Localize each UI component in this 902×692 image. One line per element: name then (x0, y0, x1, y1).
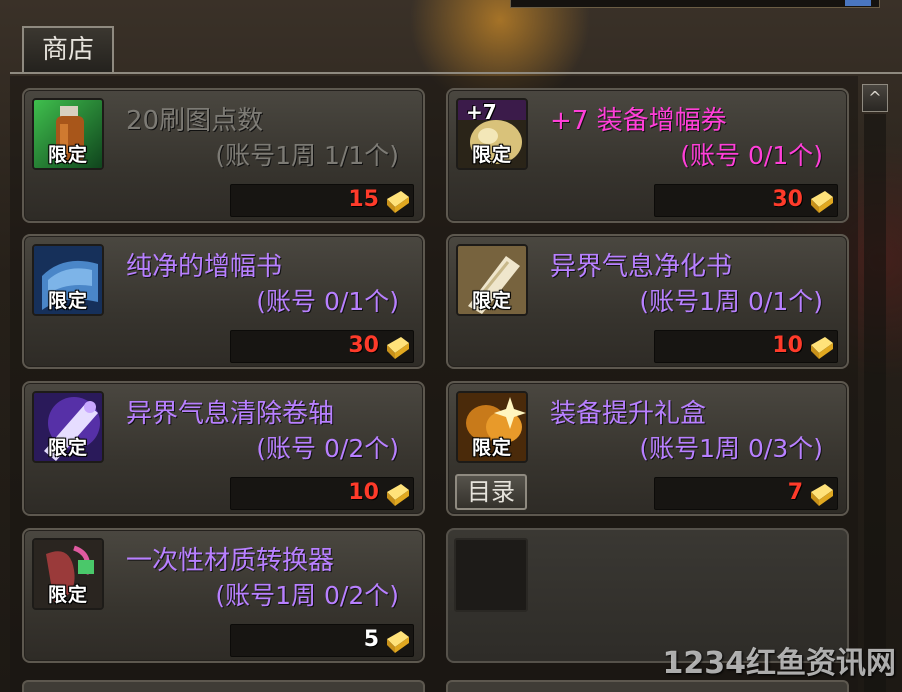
price-box: 5 (230, 624, 414, 657)
plus-seven-badge: +7 (466, 100, 497, 124)
price-box: 10 (654, 330, 838, 363)
catalog-button[interactable]: 目录 (455, 474, 527, 510)
shop-item-card[interactable]: 限定 异界气息净化书 (账号1周 0/1个) 10 (446, 234, 849, 369)
item-name: 纯净的增幅书 (126, 252, 283, 282)
purchase-limit: (账号1周 0/2个) (215, 581, 399, 610)
gold-coin-icon (387, 484, 409, 506)
price-box: 10 (230, 477, 414, 510)
material-converter-icon: 限定 (32, 538, 104, 610)
price-value: 10 (348, 480, 379, 505)
purchase-limit: (账号1周 0/1个) (639, 287, 823, 316)
scrollbar-track[interactable] (864, 114, 886, 692)
price-box: 7 (654, 477, 838, 510)
site-watermark: 1234红鱼资讯网 (662, 646, 897, 681)
limited-label: 限定 (48, 437, 89, 459)
item-name: 20刷图点数 (126, 106, 264, 136)
potion-icon: 限定 (32, 98, 104, 170)
gold-coin-icon (387, 631, 409, 653)
scroll-icon: 限定 (32, 391, 104, 463)
price-box: 30 (654, 184, 838, 217)
top-status-strip (510, 0, 880, 8)
price-value: 5 (363, 627, 379, 652)
item-name: 一次性材质转换器 (126, 546, 335, 576)
amplify-ticket-icon: +7 限定 (456, 98, 528, 170)
gold-coin-icon (387, 337, 409, 359)
gold-coin-icon (811, 337, 833, 359)
tab-underline (10, 72, 902, 74)
price-value: 7 (787, 480, 803, 505)
shop-item-card[interactable]: 限定 20刷图点数 (账号1周 1/1个) 15 (22, 88, 425, 223)
shop-item-card[interactable]: 限定 一次性材质转换器 (账号1周 0/2个) 5 (22, 528, 425, 663)
gold-coin-icon (387, 191, 409, 213)
shop-item-card[interactable]: 限定 异界气息清除卷轴 (账号 0/2个) 10 (22, 381, 425, 516)
gold-coin-icon (811, 191, 833, 213)
item-name: +7 装备增幅券 (550, 106, 727, 136)
purchase-limit: (账号 0/1个) (256, 287, 399, 316)
next-row-card-edge (22, 680, 425, 692)
scroll-up-button[interactable]: ^ (862, 84, 888, 112)
item-name: 装备提升礼盒 (550, 399, 707, 429)
limited-label: 限定 (48, 144, 89, 166)
tab-shop[interactable]: 商店 (22, 26, 114, 74)
item-name: 异界气息净化书 (550, 252, 733, 282)
price-value: 15 (348, 187, 379, 212)
blue-book-icon: 限定 (32, 244, 104, 316)
limited-label: 限定 (48, 584, 89, 606)
purchase-limit: (账号1周 0/3个) (639, 434, 823, 463)
purify-book-icon: 限定 (456, 244, 528, 316)
purchase-limit: (账号1周 1/1个) (215, 141, 399, 170)
price-value: 30 (772, 187, 803, 212)
price-value: 30 (348, 333, 379, 358)
limited-label: 限定 (472, 437, 513, 459)
price-box: 15 (230, 184, 414, 217)
gold-coin-icon (811, 484, 833, 506)
limited-label: 限定 (472, 144, 513, 166)
price-box: 30 (230, 330, 414, 363)
gift-box-icon: 限定 (456, 391, 528, 463)
empty-icon-slot (454, 538, 528, 612)
shop-item-card[interactable]: +7 限定 +7 装备增幅券 (账号 0/1个) 30 (446, 88, 849, 223)
shop-item-card[interactable]: 限定 纯净的增幅书 (账号 0/1个) 30 (22, 234, 425, 369)
item-name: 异界气息清除卷轴 (126, 399, 335, 429)
limited-label: 限定 (48, 290, 89, 312)
purchase-limit: (账号 0/1个) (680, 141, 823, 170)
limited-label: 限定 (472, 290, 513, 312)
price-value: 10 (772, 333, 803, 358)
purchase-limit: (账号 0/2个) (256, 434, 399, 463)
